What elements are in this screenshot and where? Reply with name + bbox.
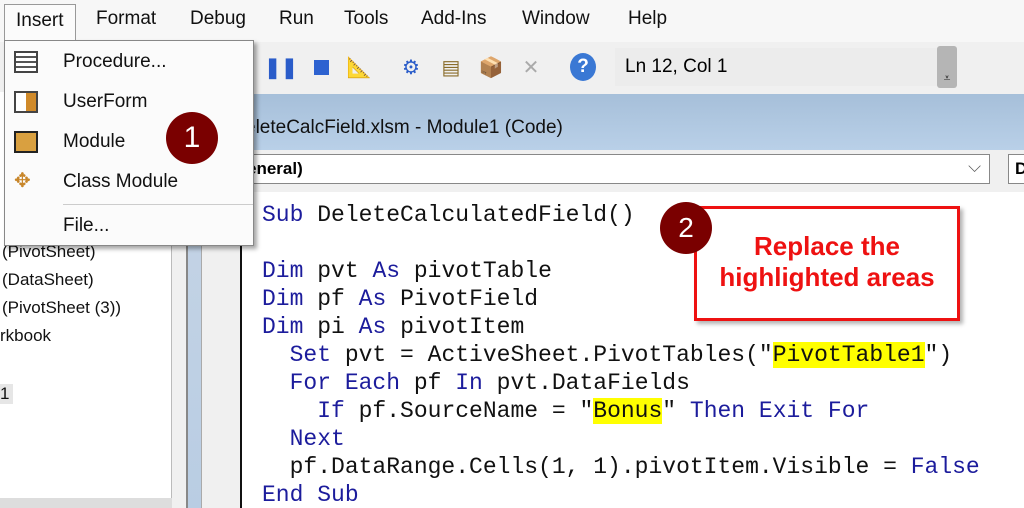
menu-add-ins[interactable]: Add-Ins	[421, 8, 486, 30]
code-token: pf.SourceName = "	[358, 398, 594, 424]
code-token: Then Exit For	[689, 398, 870, 424]
code-token: pf.DataRange.Cells(1, 1).pivotItem.Visib…	[262, 454, 911, 480]
object-combo[interactable]: eneral) ⌵	[240, 154, 990, 184]
code-token: Next	[262, 426, 345, 452]
horizontal-scrollbar[interactable]	[0, 498, 172, 508]
code-token: As	[358, 314, 401, 340]
standard-toolbar: ❚❚ 📐 ⚙ ▤ 📦 ✕ ? Ln 12, Col 1 ⩡	[250, 44, 960, 90]
code-token: Set	[262, 342, 345, 368]
menu-item-userform[interactable]: UserForm	[5, 83, 253, 123]
code-token: PivotField	[400, 286, 539, 312]
highlighted-token: Bonus	[593, 398, 663, 424]
code-line: For Each pf In pvt.DataFields	[262, 370, 690, 396]
code-token: pvt.DataFields	[496, 370, 690, 396]
tree-item[interactable]: (PivotSheet (3))	[2, 298, 121, 318]
menu-item-label: File...	[63, 215, 110, 236]
userform-icon	[14, 91, 38, 113]
break-icon[interactable]: ❚❚	[264, 54, 298, 80]
code-window-title: eleteCalcField.xlsm - Module1 (Code)	[205, 94, 1024, 150]
code-token: pivotTable	[413, 258, 552, 284]
callout-text-2: highlighted areas	[719, 262, 935, 292]
menu-item-label: Module	[63, 131, 126, 152]
menu-item-class-module[interactable]: ✥ Class Module	[5, 163, 253, 203]
annotation-callout: Replace the highlighted areas	[694, 206, 960, 321]
code-token: Dim	[262, 286, 318, 312]
code-token: pi	[317, 314, 359, 340]
design-mode-icon[interactable]: 📐	[346, 54, 372, 80]
code-line: Sub DeleteCalculatedField()	[262, 202, 635, 228]
code-token: In	[455, 370, 497, 396]
code-token: pf	[317, 286, 359, 312]
code-token: For Each	[262, 370, 414, 396]
project-explorer-icon[interactable]: ⚙	[398, 54, 424, 80]
class-module-icon: ✥	[14, 170, 31, 192]
code-line: Next	[262, 426, 345, 452]
menu-insert[interactable]: Insert	[4, 4, 76, 40]
tree-item[interactable]: (DataSheet)	[2, 270, 94, 290]
menu-window[interactable]: Window	[522, 8, 590, 30]
code-token: As	[358, 286, 401, 312]
code-token: If	[262, 398, 359, 424]
code-line: Dim pvt As pivotTable	[262, 258, 552, 284]
procedure-combo[interactable]: D	[1008, 154, 1024, 184]
code-line: pf.DataRange.Cells(1, 1).pivotItem.Visib…	[262, 454, 980, 480]
code-token: Sub	[262, 202, 318, 228]
code-token: "	[662, 398, 690, 424]
tree-item[interactable]: 1	[0, 384, 14, 404]
menu-item-procedure[interactable]: Procedure...	[5, 43, 253, 83]
cursor-position: Ln 12, Col 1	[615, 48, 937, 86]
code-token: False	[910, 454, 980, 480]
menu-item-file[interactable]: File...	[5, 207, 253, 247]
reset-icon[interactable]	[308, 54, 334, 80]
code-token: pvt = ActiveSheet.PivotTables("	[344, 342, 773, 368]
code-token: Dim	[262, 314, 318, 340]
step-badge-2: 2	[660, 202, 712, 254]
help-icon[interactable]: ?	[570, 53, 596, 81]
object-combo-value: eneral)	[247, 159, 303, 178]
code-line: Set pvt = ActiveSheet.PivotTables("Pivot…	[262, 342, 952, 368]
code-token: pivotItem	[400, 314, 525, 340]
chevron-down-icon: ⌵	[968, 157, 981, 176]
code-token: Dim	[262, 258, 318, 284]
menu-tools[interactable]: Tools	[344, 8, 388, 30]
properties-window-icon[interactable]: ▤	[438, 54, 464, 80]
menu-debug[interactable]: Debug	[190, 8, 246, 30]
toolbox-icon[interactable]: ✕	[518, 54, 544, 80]
menu-item-label: Procedure...	[63, 51, 167, 72]
step-badge-1: 1	[166, 112, 218, 164]
toolbar-options-icon[interactable]: ⩡	[937, 46, 957, 88]
code-token: pf	[413, 370, 456, 396]
tree-item[interactable]: rkbook	[0, 326, 51, 346]
menu-item-label: UserForm	[63, 91, 148, 112]
menu-separator	[63, 204, 253, 205]
menu-run[interactable]: Run	[279, 8, 314, 30]
code-line: Dim pi As pivotItem	[262, 314, 524, 340]
menu-format[interactable]: Format	[96, 8, 156, 30]
module-icon	[14, 131, 38, 153]
callout-text-1: Replace the	[754, 231, 900, 261]
highlighted-token: PivotTable1	[772, 342, 925, 368]
code-line: End Sub	[262, 482, 359, 508]
menu-item-label: Class Module	[63, 171, 179, 192]
code-token: As	[372, 258, 414, 284]
object-browser-icon[interactable]: 📦	[478, 54, 504, 80]
procedure-icon	[14, 51, 38, 73]
code-token: ")	[924, 342, 953, 368]
menu-help[interactable]: Help	[628, 8, 667, 30]
menu-bar: Insert Format Debug Run Tools Add-Ins Wi…	[0, 0, 1024, 42]
code-line: Dim pf As PivotField	[262, 286, 538, 312]
code-token: pvt	[317, 258, 373, 284]
code-line: If pf.SourceName = "Bonus" Then Exit For	[262, 398, 869, 424]
code-token: End Sub	[262, 482, 359, 508]
code-token: DeleteCalculatedField()	[317, 202, 635, 228]
